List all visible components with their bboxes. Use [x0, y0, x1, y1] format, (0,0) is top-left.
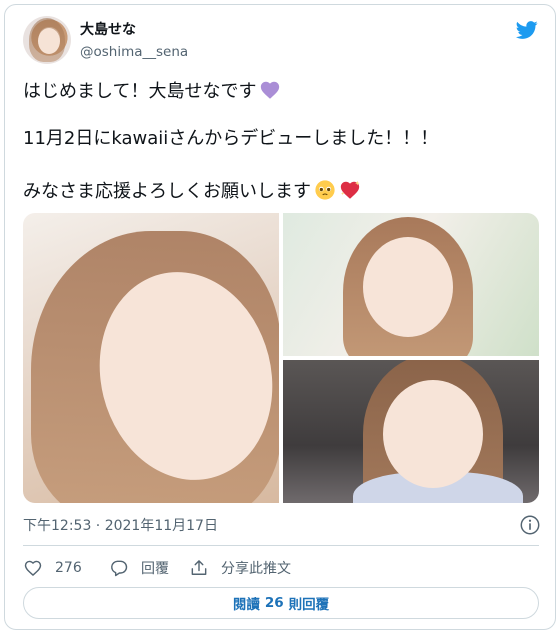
- tweet-photo-2[interactable]: [283, 213, 539, 356]
- share-label: 分享此推文: [221, 561, 291, 577]
- tweet-line-2: 11月2日にkawaiiさんからデビューしました！！！: [23, 127, 438, 151]
- reply-button[interactable]: 回覆: [109, 556, 169, 580]
- twitter-bird-icon[interactable]: [515, 19, 539, 41]
- purple-heart-icon: [261, 81, 280, 99]
- reply-bubble-icon: [111, 560, 128, 577]
- read-replies-prefix: 閱讀: [232, 597, 260, 613]
- author-username[interactable]: @oshima__sena: [80, 43, 188, 61]
- tweet-line-3: みなさま応援よろしくお願いします: [23, 179, 361, 204]
- tweet-photo-3[interactable]: [283, 360, 539, 503]
- tweet-line-2-text: 11月2日にkawaiiさんからデビューしました！！！: [23, 128, 439, 149]
- tweet-timestamp[interactable]: 下午12:53 · 2021年11月17日: [23, 517, 218, 535]
- tweet-card: 大島せな @oshima__sena はじめまして！大島せなです 11月2日にk…: [4, 4, 556, 630]
- author-avatar[interactable]: [23, 16, 71, 64]
- read-replies-count: 26: [264, 595, 284, 611]
- read-replies-button[interactable]: 閱讀 26 則回覆: [23, 587, 539, 619]
- author-display-name[interactable]: 大島せな: [80, 21, 136, 39]
- pleading-face-icon: [315, 180, 335, 200]
- avatar-face: [38, 28, 60, 54]
- heart-outline-icon: [24, 560, 42, 577]
- like-button[interactable]: 276: [23, 556, 82, 580]
- like-count: 276: [55, 560, 82, 576]
- tweet-media-grid: [23, 213, 539, 503]
- photo-3-face: [383, 380, 483, 488]
- photo-2-face: [363, 237, 453, 337]
- tweet-line-1: はじめまして！大島せなです: [23, 79, 281, 104]
- tweet-line-1-text: はじめまして！大島せなです: [23, 81, 257, 102]
- share-icon: [191, 560, 207, 575]
- tweet-photo-1[interactable]: [23, 213, 279, 503]
- divider: [23, 545, 539, 546]
- info-icon[interactable]: [519, 514, 541, 536]
- sparkling-heart-icon: [340, 180, 360, 199]
- read-replies-suffix: 則回覆: [288, 597, 330, 613]
- tweet-line-3-text: みなさま応援よろしくお願いします: [23, 181, 311, 202]
- reply-label: 回覆: [141, 561, 169, 577]
- share-button[interactable]: 分享此推文: [189, 556, 291, 580]
